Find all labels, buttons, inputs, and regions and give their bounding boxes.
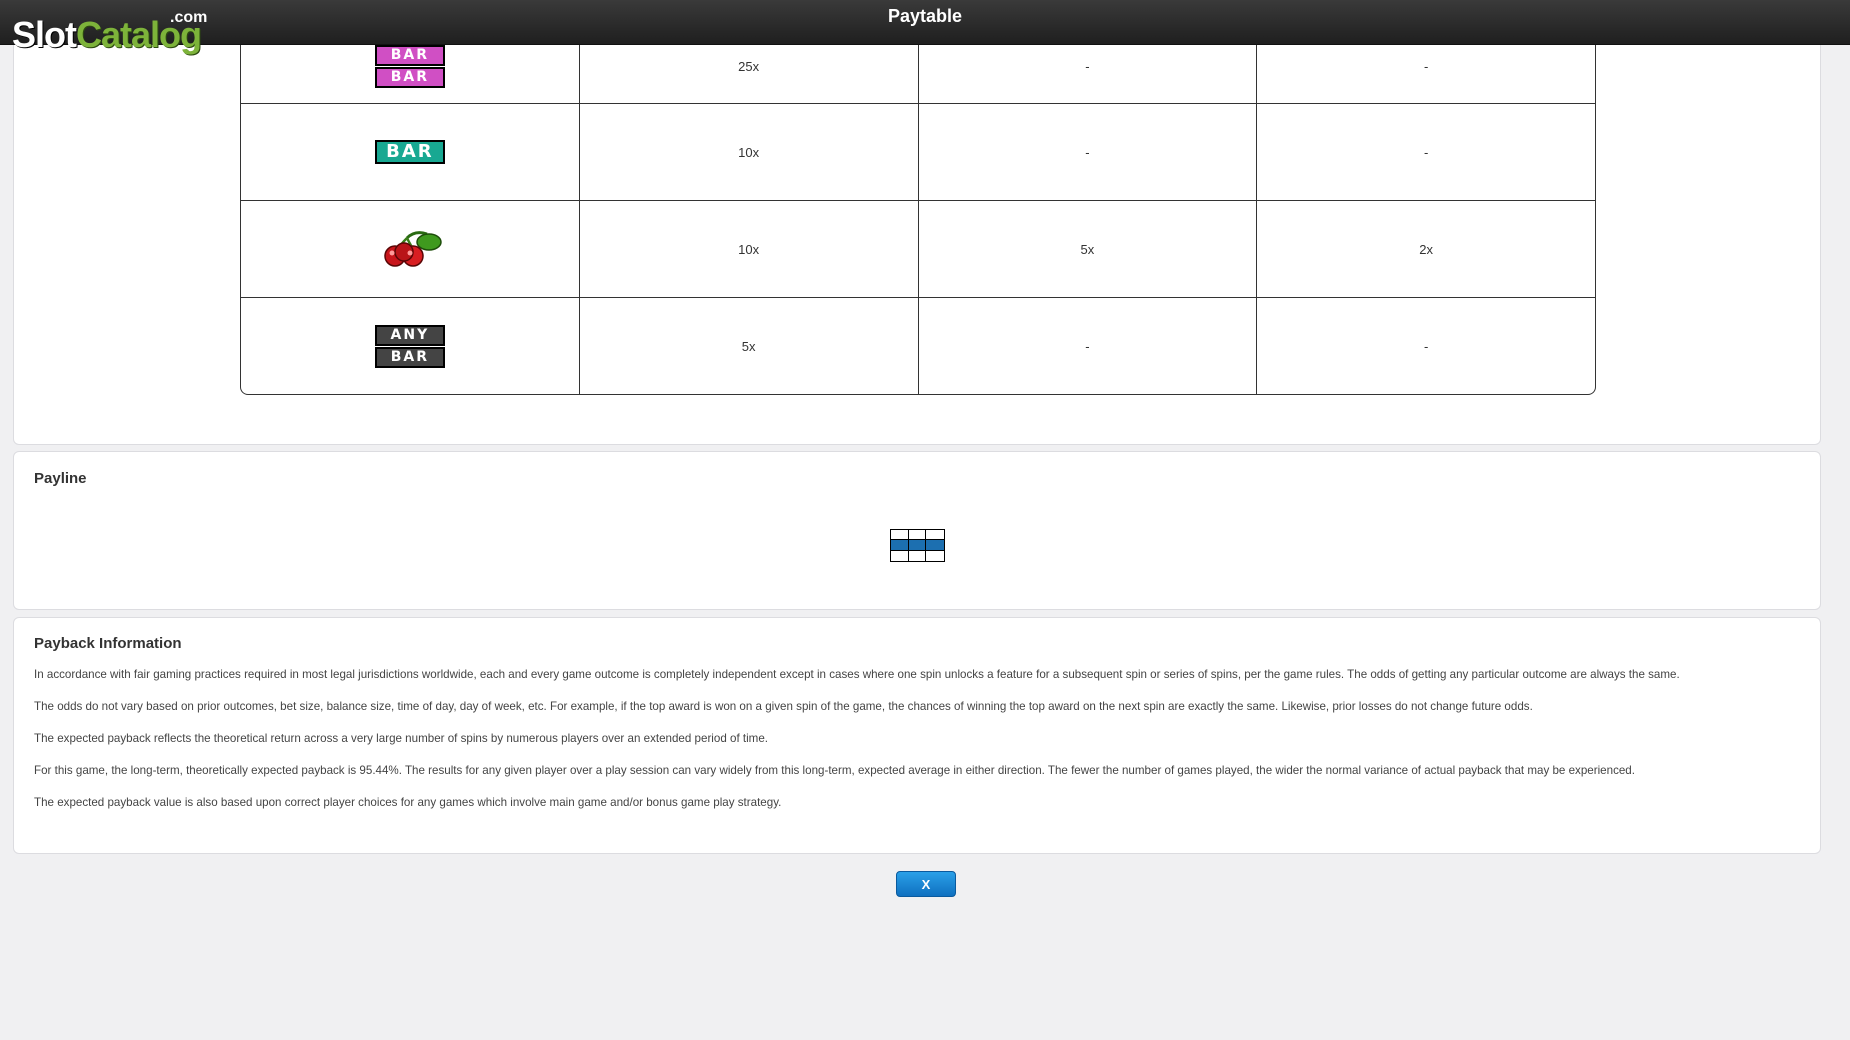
logo-catalog-text: Catalog <box>76 14 202 55</box>
cherries-icon <box>377 228 443 271</box>
payline-cell <box>926 551 944 561</box>
payline-cell <box>908 530 927 541</box>
close-button[interactable]: X <box>896 871 956 897</box>
payback-paragraph: The odds do not vary based on prior outc… <box>34 700 1533 713</box>
payback-paragraph: For this game, the long-term, theoretica… <box>34 764 1635 777</box>
payline-cell <box>891 550 909 561</box>
symbol-cell <box>241 201 580 298</box>
pay-cell: - <box>1257 104 1595 201</box>
slotcatalog-logo[interactable]: .com SlotCatalog <box>12 6 212 58</box>
logo-wordmark: SlotCatalog <box>12 14 202 56</box>
page-title: Paytable <box>887 6 963 26</box>
payline-panel: Payline <box>13 451 1821 610</box>
payline-cell <box>909 550 927 561</box>
payline-title: Payline <box>34 470 87 487</box>
payline-cell-highlighted <box>891 540 909 551</box>
pay-cell: - <box>918 104 1258 201</box>
double-bar-icon: BAR BAR <box>374 44 445 89</box>
symbol-cell: BAR <box>241 104 580 201</box>
pay-cell: - <box>1423 338 1429 354</box>
paytable-table: BAR BAR 25x - - BAR 10x - - 10x 5x 2x AN… <box>240 29 1596 395</box>
payback-paragraph: The expected payback value is also based… <box>34 796 782 809</box>
any-bar-icon: ANY BAR <box>374 324 445 369</box>
payline-cell <box>926 530 944 541</box>
paytable-panel: BAR BAR 25x - - BAR 10x - - 10x 5x 2x AN… <box>13 29 1821 445</box>
pay-cell: 10x <box>579 201 919 298</box>
payline-cell-highlighted <box>908 540 927 551</box>
pay-cell: 5x <box>918 201 1258 298</box>
table-row: 10x 5x 2x <box>241 201 1595 298</box>
payback-title: Payback Information <box>34 635 182 652</box>
pay-cell: - <box>919 298 1258 394</box>
pay-cell: 2x <box>1257 201 1595 298</box>
payline-cell <box>891 530 909 541</box>
symbol-cell: ANY BAR <box>241 298 580 394</box>
table-row: BAR 10x - - <box>241 104 1595 201</box>
payline-grid-icon <box>890 529 945 562</box>
payback-panel: Payback Information In accordance with f… <box>13 617 1821 854</box>
payline-cell-highlighted <box>926 540 944 551</box>
payback-text: In accordance with fair gaming practices… <box>34 668 1804 828</box>
top-bar: Paytable <box>0 0 1850 45</box>
payback-paragraph: The expected payback reflects the theore… <box>34 732 769 745</box>
logo-slot-text: Slot <box>12 14 77 55</box>
single-bar-icon: BAR <box>374 139 445 165</box>
pay-cell: 10x <box>579 104 919 201</box>
pay-cell: 5x <box>580 298 919 394</box>
payback-paragraph: In accordance with fair gaming practices… <box>34 668 1680 681</box>
table-row: ANY BAR 5x - - <box>241 298 1595 394</box>
